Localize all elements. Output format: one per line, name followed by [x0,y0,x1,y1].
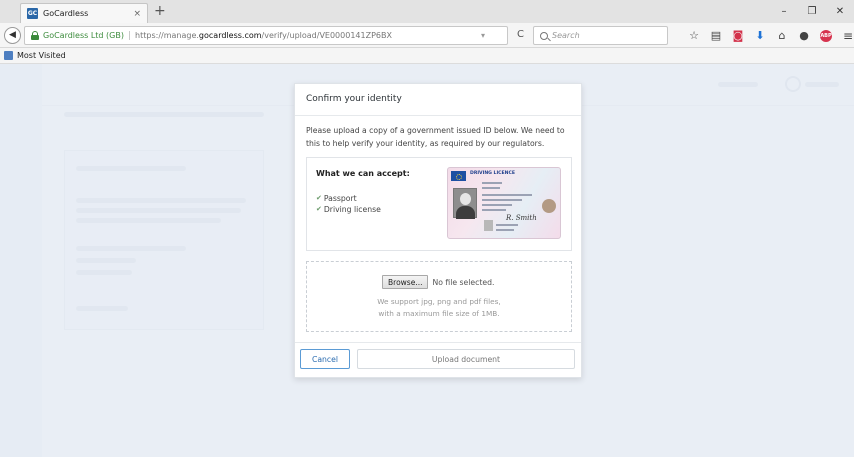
accepted-list: ✔ Passport ✔ Driving license [316,193,381,215]
licence-text-line [482,187,500,189]
url-bar[interactable]: GoCardless Ltd (GB) | https://manage. go… [24,26,508,45]
lock-icon [31,31,39,40]
gocardless-favicon-icon: GC [27,8,38,19]
reading-list-icon[interactable]: ▤ [705,29,727,42]
pocket-icon[interactable]: ◙ [727,29,749,42]
licence-text-line [482,204,512,206]
upload-note: We support jpg, png and pdf files, with … [307,296,571,320]
licence-text-line [482,194,532,196]
accepted-driving-license: Driving license [323,205,381,214]
chat-icon[interactable]: ● [793,29,815,42]
confirm-identity-modal: Confirm your identity Please upload a co… [294,83,582,378]
hologram-icon [542,199,556,213]
licence-signature: R. Smith [506,214,537,222]
eu-flag-icon [451,171,466,181]
licence-small-photo [484,220,493,231]
accepted-passport: Passport [323,194,357,203]
file-status: No file selected. [432,277,495,287]
upload-document-button[interactable]: Upload document [357,349,575,369]
licence-title: DRIVING LICENCE [470,171,516,176]
new-tab-button[interactable]: + [154,3,166,19]
modal-title: Confirm your identity [306,94,402,104]
licence-text-line [482,182,502,184]
accept-heading: What we can accept: [316,169,410,178]
url-separator: | [127,30,132,41]
support-line-1: We support jpg, png and pdf files, [377,297,501,306]
check-icon: ✔ [316,194,322,202]
accepted-documents-box: What we can accept: ✔ Passport ✔ Driving… [306,157,572,251]
page-content: Confirm your identity Please upload a co… [0,64,854,457]
download-icon[interactable]: ⬇ [749,29,771,42]
browse-button[interactable]: Browse... [382,275,429,289]
adblock-icon[interactable]: ABP [820,29,832,42]
support-line-2: with a maximum file size of 1MB. [378,309,500,318]
search-input[interactable]: Search [533,26,668,45]
window-controls: – ❐ ✕ [770,0,854,23]
star-icon[interactable]: ☆ [683,29,705,42]
url-prefix: https://manage. [135,31,199,40]
url-path: /verify/upload/VE0000141ZP6BX [261,31,392,40]
check-icon: ✔ [316,205,322,213]
bookmarks-bar: Most Visited [0,48,854,64]
licence-photo [453,188,477,219]
search-icon [540,31,548,40]
url-domain: gocardless.com [198,31,262,40]
site-identity: GoCardless Ltd (GB) [43,31,124,40]
list-item: ✔ Passport [316,193,381,204]
restore-button[interactable]: ❐ [798,6,826,17]
reload-icon[interactable]: C [517,29,524,40]
file-input[interactable]: Browse... No file selected. [382,275,494,289]
cancel-button[interactable]: Cancel [300,349,350,369]
bookmark-most-visited[interactable]: Most Visited [17,51,66,60]
divider [295,342,581,343]
tab-bar: GC GoCardless × + – ❐ ✕ [0,0,854,23]
licence-text-line [496,224,518,226]
search-placeholder: Search [552,31,580,40]
close-window-button[interactable]: ✕ [826,6,854,17]
licence-text-line [482,209,506,211]
menu-icon[interactable]: ≡ [837,29,854,43]
toolbar-icons: ☆ ▤ ◙ ⬇ ⌂ ● ABP ≡ [683,26,854,45]
minimize-button[interactable]: – [770,6,798,17]
driving-licence-image: DRIVING LICENCE R. Smith [447,167,561,239]
list-item: ✔ Driving license [316,204,381,215]
home-icon[interactable]: ⌂ [771,29,793,42]
browser-tab[interactable]: GC GoCardless × [20,3,148,23]
tab-close-icon[interactable]: × [133,9,141,19]
modal-description: Please upload a copy of a government iss… [306,126,565,148]
bookmark-folder-icon [4,51,13,60]
tab-title: GoCardless [43,9,89,18]
back-arrow-icon[interactable]: ◀ [4,26,21,44]
licence-text-line [482,199,522,201]
url-dropdown-icon[interactable]: ▾ [481,31,485,40]
file-drop-zone[interactable]: Browse... No file selected. We support j… [306,261,572,332]
divider [295,115,581,116]
licence-text-line [496,229,514,231]
